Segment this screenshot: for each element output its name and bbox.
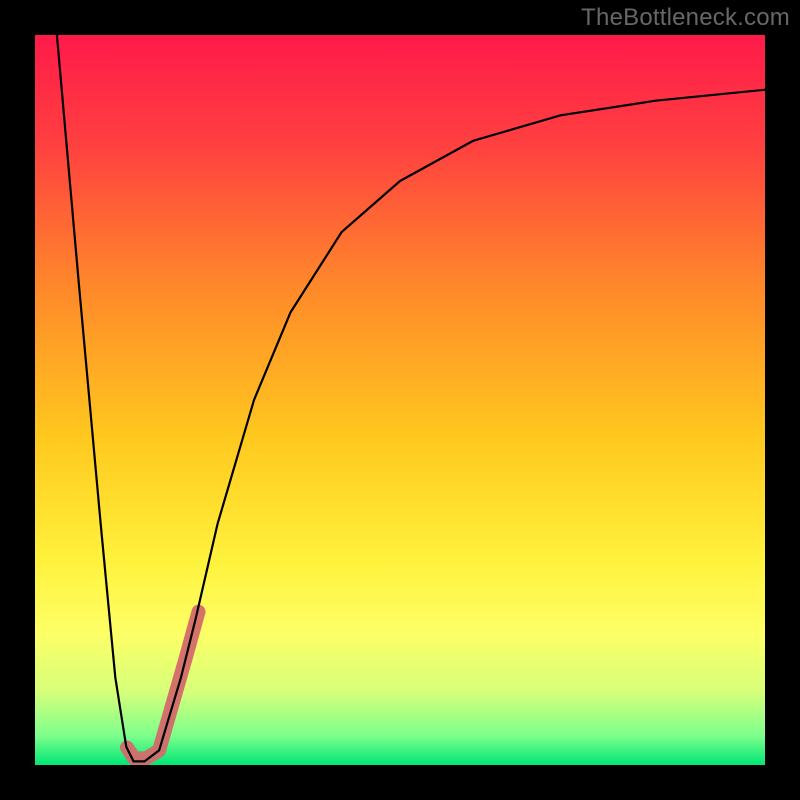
watermark-text: TheBottleneck.com xyxy=(581,4,790,32)
chart-svg xyxy=(35,35,765,765)
plot-area xyxy=(35,35,765,765)
gradient-background xyxy=(35,35,765,765)
chart-frame: TheBottleneck.com xyxy=(0,0,800,800)
